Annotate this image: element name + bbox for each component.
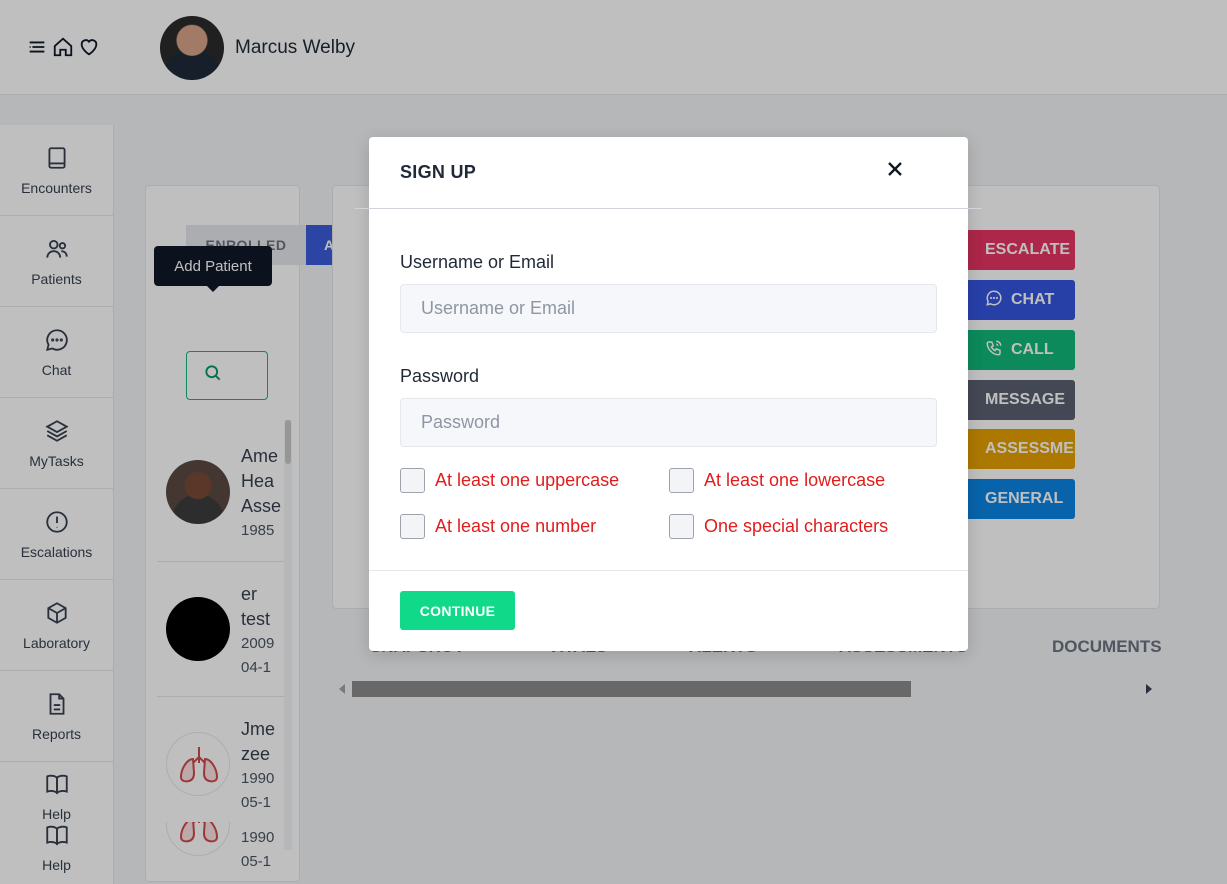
username-label: Username or Email	[400, 252, 555, 272]
rule-checkbox[interactable]	[669, 514, 694, 539]
password-input[interactable]	[400, 398, 937, 447]
rule-lowercase[interactable]: At least one lowercase	[669, 468, 885, 493]
continue-button[interactable]: CONTINUE	[400, 591, 515, 630]
rule-label: At least one uppercase	[435, 470, 620, 490]
username-input[interactable]	[400, 284, 937, 333]
rule-uppercase[interactable]: At least one uppercase	[400, 468, 619, 493]
rule-label: One special characters	[704, 516, 889, 536]
modal-footer-divider	[369, 570, 968, 571]
rule-special[interactable]: One special characters	[669, 514, 888, 539]
rule-number[interactable]: At least one number	[400, 514, 596, 539]
modal-header-rule	[355, 208, 982, 209]
rule-checkbox[interactable]	[400, 514, 425, 539]
rule-label: At least one number	[435, 516, 597, 536]
signup-modal: SIGN UP Username or Email Password At le…	[355, 137, 982, 651]
password-label: Password	[400, 366, 480, 386]
modal-title: SIGN UP	[400, 162, 477, 182]
close-button[interactable]	[881, 157, 909, 185]
rule-checkbox[interactable]	[400, 468, 425, 493]
rule-checkbox[interactable]	[669, 468, 694, 493]
rule-label: At least one lowercase	[704, 470, 886, 490]
close-icon	[887, 161, 903, 182]
